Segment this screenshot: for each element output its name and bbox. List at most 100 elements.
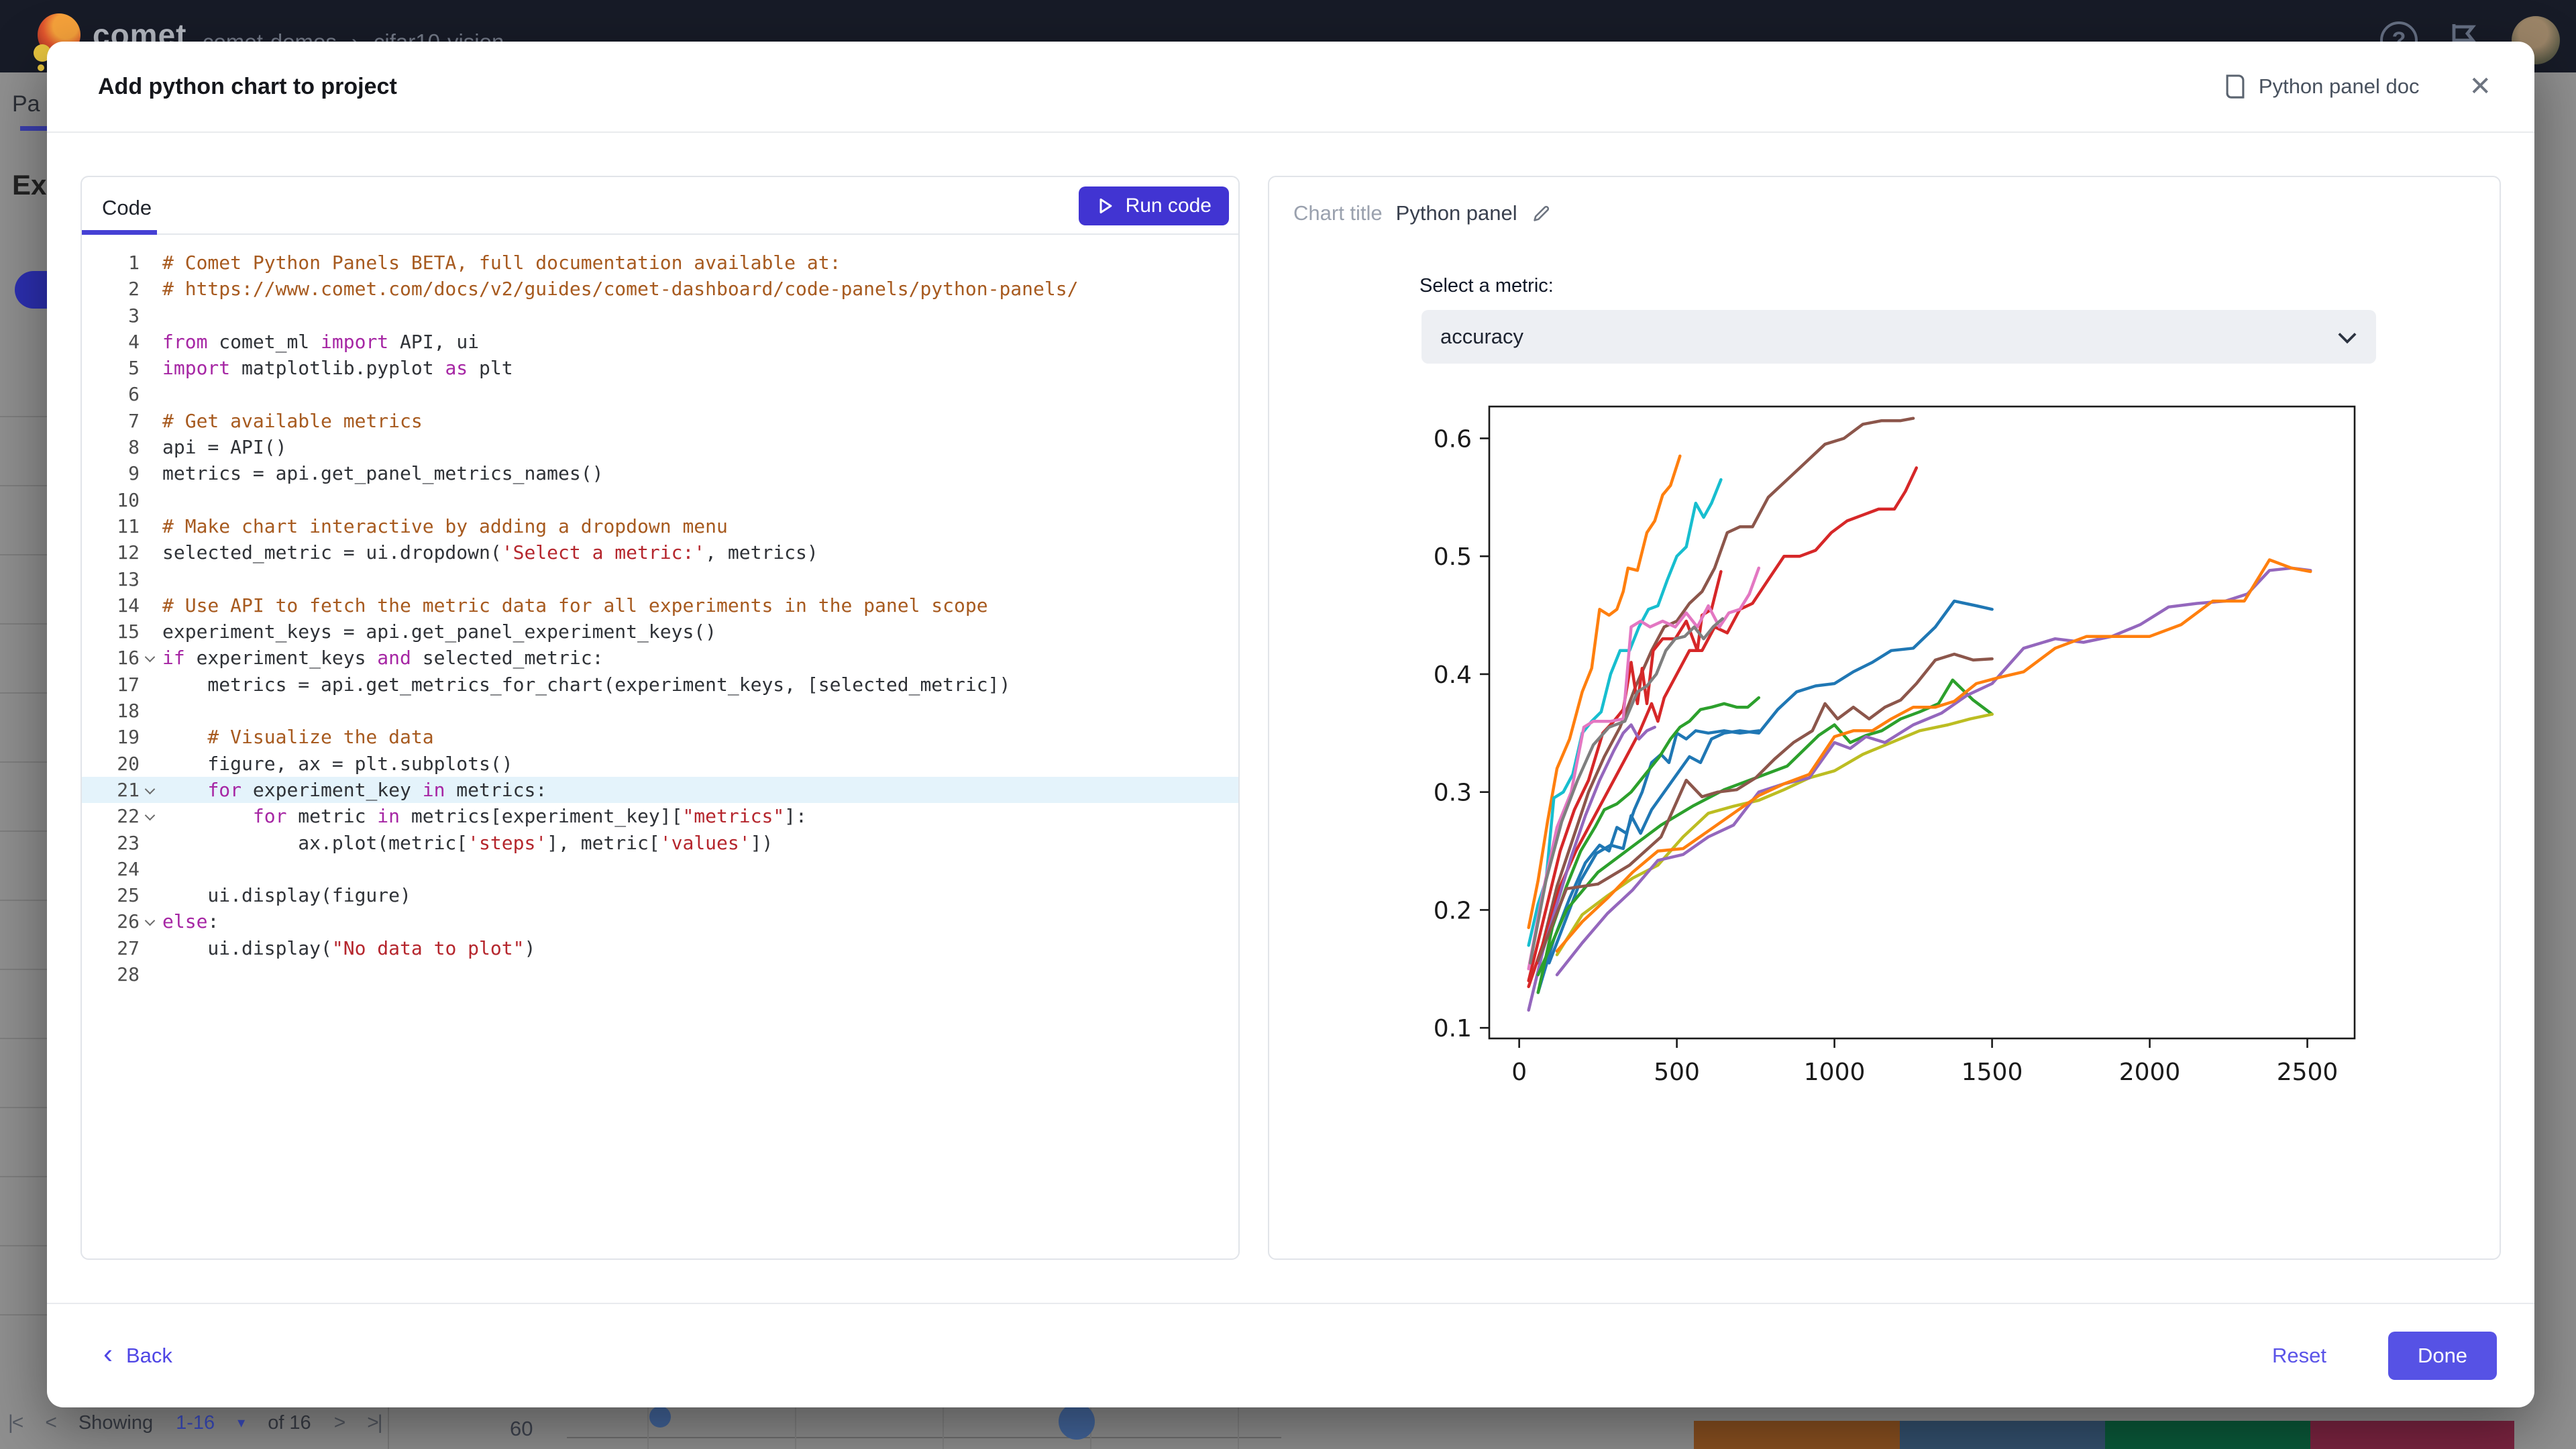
code-fold-gutter bbox=[140, 329, 162, 355]
code-line[interactable]: 25 ui.display(figure) bbox=[82, 882, 1238, 908]
code-line[interactable]: 1 # Comet Python Panels BETA, full docume… bbox=[82, 250, 1238, 276]
code-line-text: # Make chart interactive by adding a dro… bbox=[162, 515, 728, 537]
chart-x-tick-label: 2500 bbox=[2277, 1059, 2339, 1086]
code-line[interactable]: 3 bbox=[82, 303, 1238, 329]
code-fold-gutter bbox=[140, 672, 162, 698]
backdrop-vertical-divider bbox=[388, 1406, 389, 1449]
code-line-text: metrics = api.get_panel_metrics_names() bbox=[162, 462, 604, 485]
pagination-first-icon[interactable]: |< bbox=[8, 1411, 23, 1434]
table-row-divider bbox=[0, 1176, 47, 1177]
code-line[interactable]: 21 for experiment_key in metrics: bbox=[82, 776, 1238, 804]
code-line[interactable]: 11 # Make chart interactive by adding a d… bbox=[82, 513, 1238, 539]
code-line-number: 4 bbox=[128, 330, 140, 353]
code-editor[interactable]: 1 # Comet Python Panels BETA, full docume… bbox=[82, 235, 1238, 987]
code-line-number: 8 bbox=[128, 436, 140, 459]
code-line[interactable]: 23 ax.plot(metric['steps'], metric['valu… bbox=[82, 830, 1238, 856]
code-line[interactable]: 18 bbox=[82, 698, 1238, 724]
code-line[interactable]: 14 # Use API to fetch the metric data for… bbox=[82, 592, 1238, 619]
code-fold-gutter bbox=[140, 381, 162, 407]
code-fold-gutter bbox=[140, 487, 162, 513]
code-line[interactable]: 16 if experiment_keys and selected_metric… bbox=[82, 645, 1238, 671]
metric-dropdown[interactable]: accuracy bbox=[1421, 310, 2376, 364]
pagination-range-caret-icon[interactable]: ▾ bbox=[237, 1414, 245, 1432]
code-line[interactable]: 22 for metric in metrics[experiment_key]… bbox=[82, 803, 1238, 829]
code-fold-chevron-icon[interactable] bbox=[140, 803, 162, 829]
pagination-last-icon[interactable]: >| bbox=[367, 1411, 382, 1434]
code-line-text: # Use API to fetch the metric data for a… bbox=[162, 594, 988, 616]
code-line[interactable]: 8 api = API() bbox=[82, 434, 1238, 460]
code-line[interactable]: 27 ui.display("No data to plot") bbox=[82, 935, 1238, 961]
code-line-number: 26 bbox=[117, 910, 140, 933]
code-fold-chevron-icon[interactable] bbox=[140, 645, 162, 671]
code-line[interactable]: 28 bbox=[82, 961, 1238, 987]
code-line[interactable]: 5 import matplotlib.pyplot as plt bbox=[82, 355, 1238, 381]
code-fold-chevron-icon[interactable] bbox=[140, 908, 162, 934]
chevron-down-icon bbox=[2338, 333, 2357, 344]
code-line-text: # Visualize the data bbox=[162, 726, 434, 749]
code-line[interactable]: 4 from comet_ml import API, ui bbox=[82, 329, 1238, 355]
code-line-text: selected_metric = ui.dropdown('Select a … bbox=[162, 541, 818, 564]
pagination-prev-icon[interactable]: < bbox=[45, 1411, 56, 1434]
doc-link-label: Python panel doc bbox=[2258, 74, 2420, 98]
pagination-next-icon[interactable]: > bbox=[334, 1411, 345, 1434]
code-fold-chevron-icon[interactable] bbox=[140, 777, 162, 803]
code-fold-gutter bbox=[140, 751, 162, 777]
code-line-text: for metric in metrics[experiment_key]["m… bbox=[252, 805, 807, 828]
back-button[interactable]: ‹ Back bbox=[103, 1340, 172, 1368]
code-line[interactable]: 2 # https://www.comet.com/docs/v2/guides/… bbox=[82, 276, 1238, 302]
mini-chart-data-dot bbox=[1059, 1403, 1095, 1440]
play-icon bbox=[1099, 198, 1112, 214]
code-line[interactable]: 19 # Visualize the data bbox=[82, 724, 1238, 750]
code-line-number: 19 bbox=[117, 726, 140, 749]
chart-title-value: Python panel bbox=[1395, 201, 1517, 225]
code-line-number: 6 bbox=[128, 383, 140, 406]
code-line-text: if experiment_keys and selected_metric: bbox=[162, 647, 604, 669]
code-line[interactable]: 10 bbox=[82, 487, 1238, 513]
done-button[interactable]: Done bbox=[2388, 1332, 2497, 1380]
python-panel-doc-link[interactable]: Python panel doc bbox=[2224, 74, 2420, 99]
table-row-divider bbox=[0, 830, 47, 832]
primary-pill-button-fragment[interactable] bbox=[15, 271, 47, 309]
panels-tab-truncated[interactable]: Pa bbox=[12, 91, 40, 117]
code-line-number: 2 bbox=[128, 278, 140, 301]
mini-chart-gridline bbox=[1238, 1407, 1239, 1449]
code-fold-gutter bbox=[140, 830, 162, 856]
chart-y-tick-label: 0.5 bbox=[1434, 543, 1472, 571]
code-line-number: 9 bbox=[128, 462, 140, 485]
chart-y-tick-label: 0.3 bbox=[1434, 780, 1472, 807]
edit-pencil-icon[interactable] bbox=[1531, 203, 1552, 224]
pagination-range[interactable]: 1-16 bbox=[176, 1412, 215, 1434]
code-line-text: else: bbox=[162, 910, 219, 933]
code-line[interactable]: 24 bbox=[82, 856, 1238, 882]
chart-title-label: Chart title bbox=[1293, 201, 1383, 225]
code-line[interactable]: 9 metrics = api.get_panel_metrics_names() bbox=[82, 460, 1238, 486]
code-line-number: 20 bbox=[117, 752, 140, 775]
code-line[interactable]: 20 figure, ax = plt.subplots() bbox=[82, 751, 1238, 777]
code-line[interactable]: 6 bbox=[82, 381, 1238, 407]
close-icon[interactable]: ✕ bbox=[2469, 73, 2491, 100]
code-fold-gutter bbox=[140, 724, 162, 750]
code-line[interactable]: 17 metrics = api.get_metrics_for_chart(e… bbox=[82, 672, 1238, 698]
panels-tab-active-underline bbox=[20, 126, 47, 131]
metric-select-label: Select a metric: bbox=[1419, 275, 1554, 297]
code-line[interactable]: 7 # Get available metrics bbox=[82, 408, 1238, 434]
table-row-divider bbox=[0, 1038, 47, 1039]
code-tab-bar: Code Run code bbox=[82, 177, 1238, 235]
code-line[interactable]: 12 selected_metric = ui.dropdown('Select … bbox=[82, 539, 1238, 566]
tab-code[interactable]: Code bbox=[102, 196, 152, 220]
book-icon bbox=[2226, 74, 2245, 99]
reset-button[interactable]: Reset bbox=[2272, 1344, 2326, 1368]
metric-dropdown-value: accuracy bbox=[1440, 325, 1524, 348]
code-line[interactable]: 13 bbox=[82, 566, 1238, 592]
code-line-number: 14 bbox=[117, 594, 140, 616]
mini-chart-gridline bbox=[943, 1407, 944, 1449]
code-line-number: 7 bbox=[128, 409, 140, 432]
code-fold-gutter bbox=[140, 303, 162, 329]
code-line-number: 12 bbox=[117, 541, 140, 564]
mini-chart-axis-line bbox=[567, 1437, 1281, 1438]
code-line-number: 11 bbox=[117, 515, 140, 537]
run-code-button[interactable]: Run code bbox=[1078, 186, 1229, 225]
code-line[interactable]: 26 else: bbox=[82, 908, 1238, 934]
code-line[interactable]: 15 experiment_keys = api.get_panel_experi… bbox=[82, 619, 1238, 645]
background-bar-segment bbox=[2105, 1421, 2310, 1449]
